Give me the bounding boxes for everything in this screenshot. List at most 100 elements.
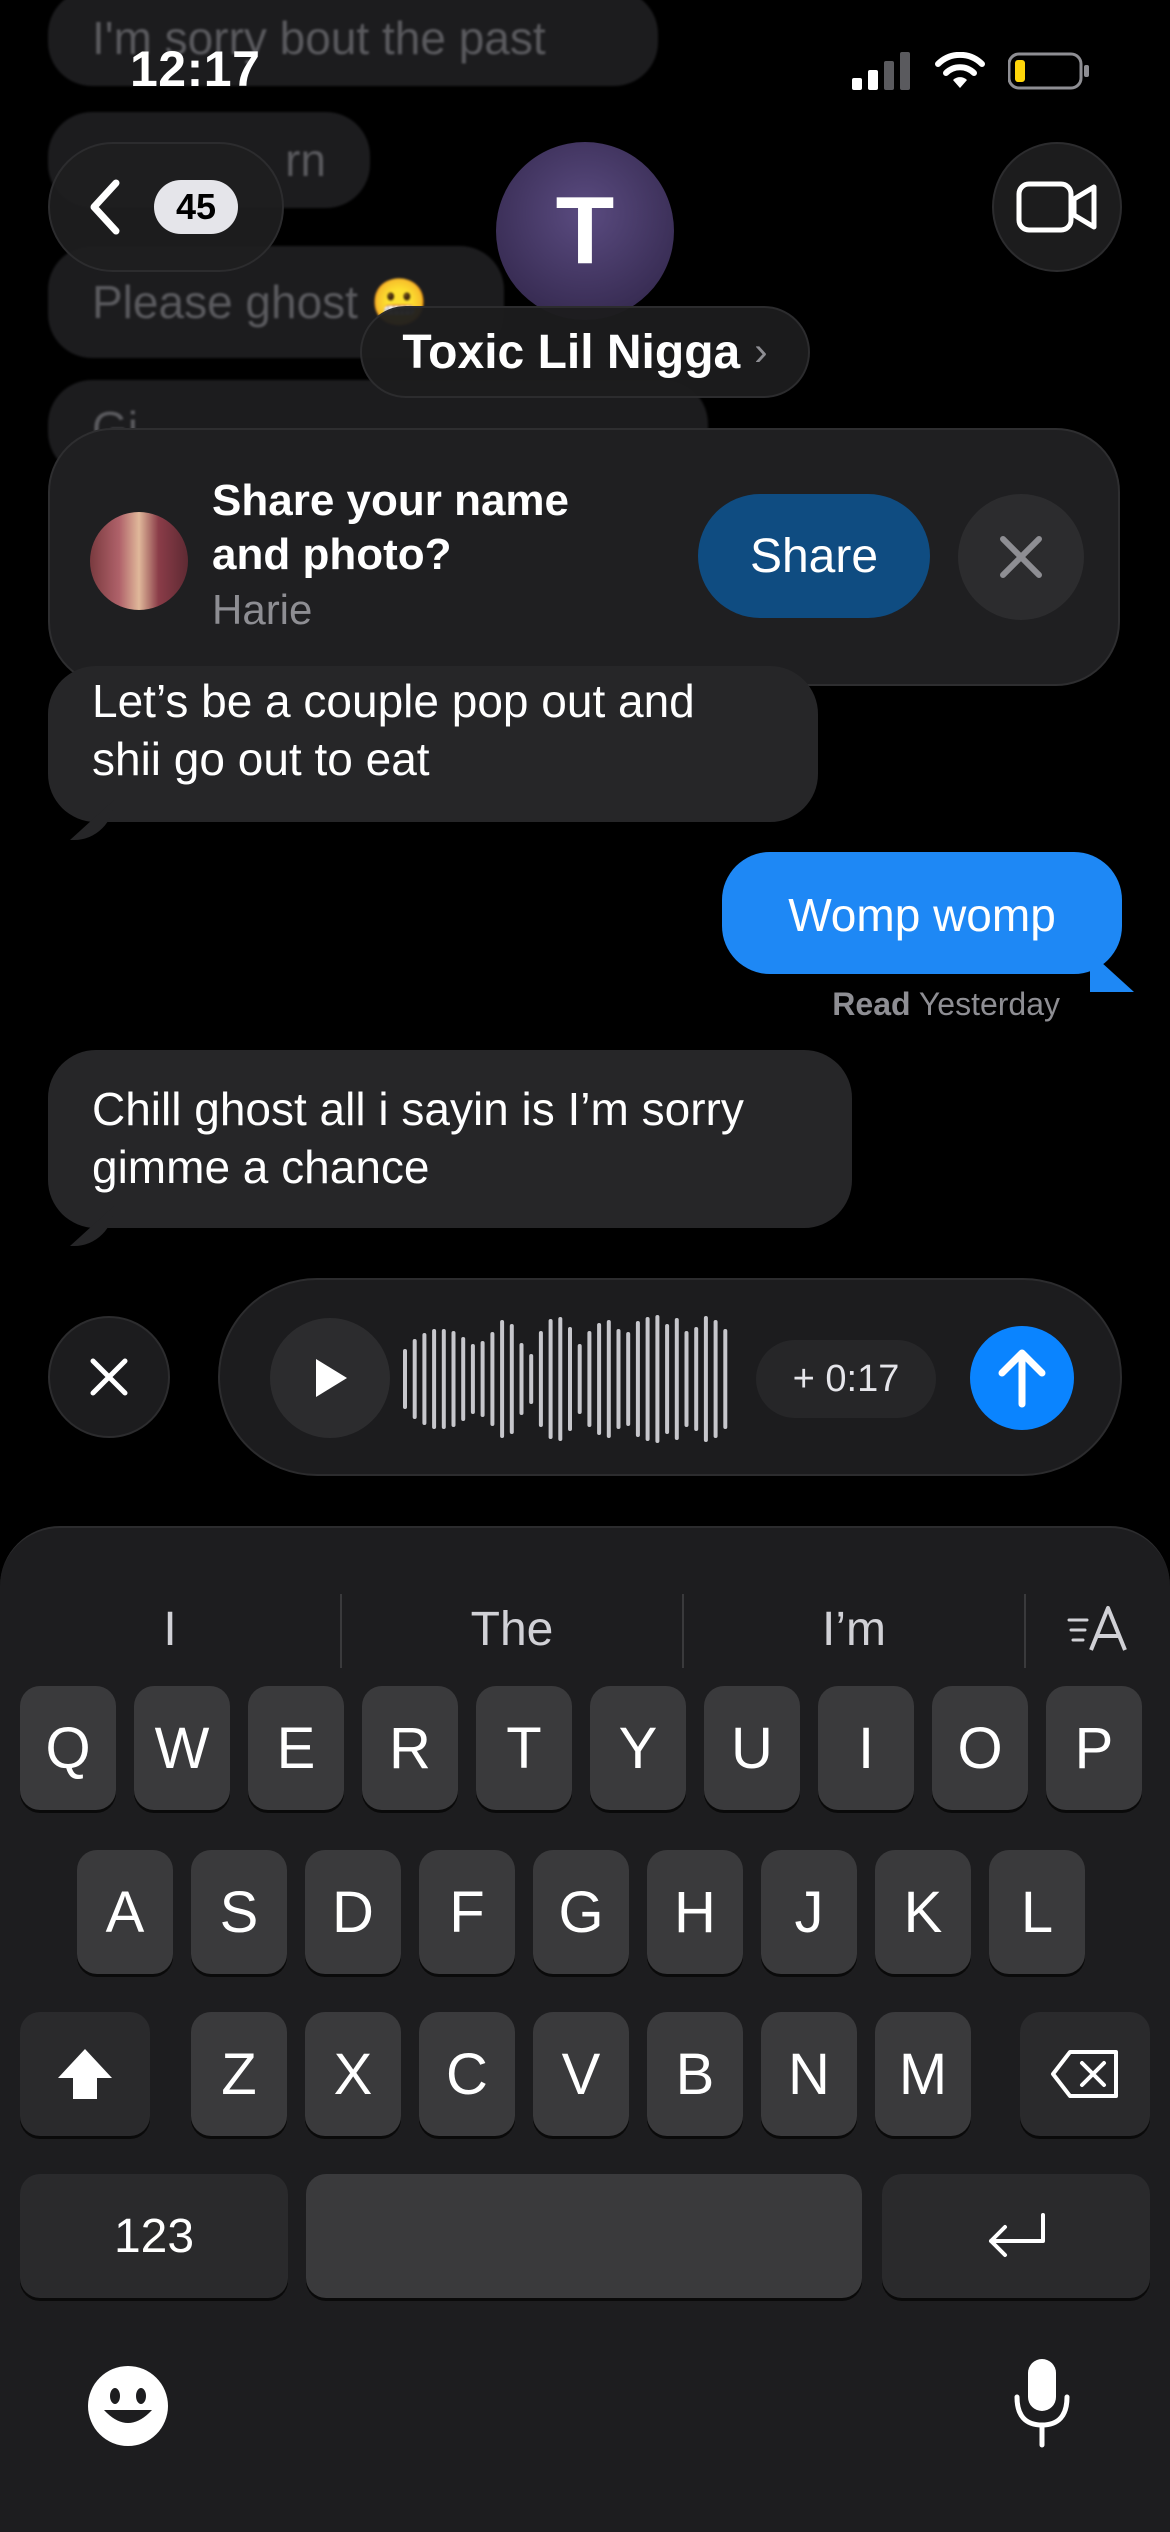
- waveform-bar: [635, 1321, 640, 1437]
- waveform-bar: [694, 1327, 699, 1431]
- letter-key[interactable]: R: [362, 1686, 458, 1810]
- profile-photo: [90, 512, 188, 610]
- waveform-bar: [674, 1318, 679, 1440]
- letter-key[interactable]: U: [704, 1686, 800, 1810]
- waveform-bar: [577, 1344, 582, 1414]
- voice-message-preview: + 0:17: [218, 1278, 1122, 1476]
- shift-key[interactable]: [20, 2012, 150, 2136]
- waveform-bar: [500, 1320, 505, 1438]
- play-button[interactable]: [270, 1318, 390, 1438]
- letter-key[interactable]: K: [875, 1850, 971, 1974]
- letter-key[interactable]: C: [419, 2012, 515, 2136]
- letter-key[interactable]: J: [761, 1850, 857, 1974]
- letter-key[interactable]: L: [989, 1850, 1085, 1974]
- dismiss-banner-button[interactable]: [958, 494, 1084, 620]
- send-button[interactable]: [970, 1326, 1074, 1430]
- letter-key[interactable]: E: [248, 1686, 344, 1810]
- return-key[interactable]: [882, 2174, 1150, 2298]
- message-text: Let’s be a couple pop out and shii go ou…: [92, 675, 695, 785]
- recording-duration[interactable]: + 0:17: [756, 1340, 936, 1418]
- delete-icon: [1051, 2050, 1118, 2098]
- letter-key[interactable]: M: [875, 2012, 971, 2136]
- contact-name: Toxic Lil Nigga: [402, 325, 741, 379]
- numbers-key[interactable]: 123: [20, 2174, 288, 2298]
- contact-name-button[interactable]: Toxic Lil Nigga ›: [360, 306, 810, 398]
- microphone-icon: [1014, 2359, 1070, 2448]
- share-button[interactable]: Share: [698, 494, 930, 618]
- text-format-button[interactable]: [1026, 1564, 1170, 1694]
- dictation-button[interactable]: [990, 2348, 1094, 2458]
- waveform-bar: [480, 1341, 485, 1417]
- letter-key[interactable]: I: [818, 1686, 914, 1810]
- contact-initial: T: [555, 177, 615, 284]
- status-icons: [852, 52, 1090, 90]
- video-camera-icon: [1016, 181, 1097, 233]
- suggestion[interactable]: I’m: [684, 1564, 1024, 1694]
- contact-avatar[interactable]: T: [496, 142, 674, 320]
- message-text: Womp womp: [788, 889, 1056, 941]
- suggestion[interactable]: I: [0, 1564, 340, 1694]
- cancel-recording-button[interactable]: [48, 1316, 170, 1438]
- waveform-bar: [441, 1329, 446, 1429]
- shift-icon: [58, 2049, 112, 2099]
- arrow-up-icon: [998, 1349, 1046, 1408]
- letter-key[interactable]: S: [191, 1850, 287, 1974]
- waveform-bar: [684, 1331, 689, 1427]
- cellular-signal-icon: [852, 52, 910, 90]
- waveform-bar: [432, 1329, 437, 1429]
- chevron-right-icon: ›: [754, 329, 768, 374]
- unread-count-badge: 45: [154, 180, 239, 234]
- waveform-bar: [616, 1329, 621, 1429]
- waveform-bar: [509, 1324, 514, 1434]
- waveform-bar: [568, 1327, 572, 1431]
- letter-key[interactable]: N: [761, 2012, 857, 2136]
- waveform-bar: [538, 1331, 543, 1427]
- letter-key[interactable]: Q: [20, 1686, 116, 1810]
- letter-key[interactable]: Z: [191, 2012, 287, 2136]
- waveform-bar: [626, 1332, 631, 1426]
- letter-key[interactable]: P: [1046, 1686, 1142, 1810]
- messages-screen: I'm sorry bout the past rn Please ghost …: [0, 0, 1170, 2532]
- space-key[interactable]: [306, 2174, 862, 2298]
- close-icon: [1000, 536, 1042, 578]
- predictive-bar: I The I’m: [0, 1564, 1170, 1694]
- letter-key[interactable]: A: [77, 1850, 173, 1974]
- waveform-bar: [519, 1343, 524, 1415]
- outgoing-message[interactable]: Womp womp: [722, 852, 1122, 974]
- letter-key[interactable]: X: [305, 2012, 401, 2136]
- waveform-bar: [645, 1317, 650, 1441]
- suggestion[interactable]: The: [342, 1564, 682, 1694]
- letter-key[interactable]: G: [533, 1850, 629, 1974]
- chevron-left-icon: [90, 179, 120, 235]
- waveform-bar: [587, 1331, 592, 1427]
- close-icon: [90, 1358, 128, 1396]
- return-icon: [989, 2213, 1045, 2257]
- letter-key[interactable]: Y: [590, 1686, 686, 1810]
- letter-key[interactable]: T: [476, 1686, 572, 1810]
- back-button[interactable]: 45: [48, 142, 284, 272]
- waveform-bar: [606, 1320, 611, 1438]
- waveform-bar: [529, 1354, 534, 1404]
- status-time: 12:17: [130, 41, 261, 97]
- read-time: Yesterday: [918, 986, 1060, 1022]
- bubble-tail: [1090, 952, 1134, 992]
- emoji-icon: [88, 2366, 168, 2446]
- letter-key[interactable]: V: [533, 2012, 629, 2136]
- share-banner-title: Share your name and photo?: [212, 476, 570, 579]
- letter-key[interactable]: W: [134, 1686, 230, 1810]
- battery-icon: [1008, 52, 1089, 90]
- incoming-message[interactable]: Chill ghost all i sayin is I’m sorry gim…: [48, 1050, 852, 1228]
- delete-key[interactable]: [1020, 2012, 1150, 2136]
- share-name-photo-banner: Share your name and photo? Harie Share: [48, 428, 1120, 686]
- waveform-bar: [597, 1323, 602, 1435]
- waveform-bar: [703, 1316, 708, 1442]
- letter-key[interactable]: B: [647, 2012, 743, 2136]
- letter-key[interactable]: F: [419, 1850, 515, 1974]
- letter-key[interactable]: H: [647, 1850, 743, 1974]
- emoji-button[interactable]: [76, 2354, 180, 2458]
- facetime-video-button[interactable]: [992, 142, 1122, 272]
- incoming-message[interactable]: Let’s be a couple pop out and shii go ou…: [48, 666, 818, 822]
- letter-key[interactable]: O: [932, 1686, 1028, 1810]
- letter-key[interactable]: D: [305, 1850, 401, 1974]
- waveform-bar: [470, 1344, 475, 1414]
